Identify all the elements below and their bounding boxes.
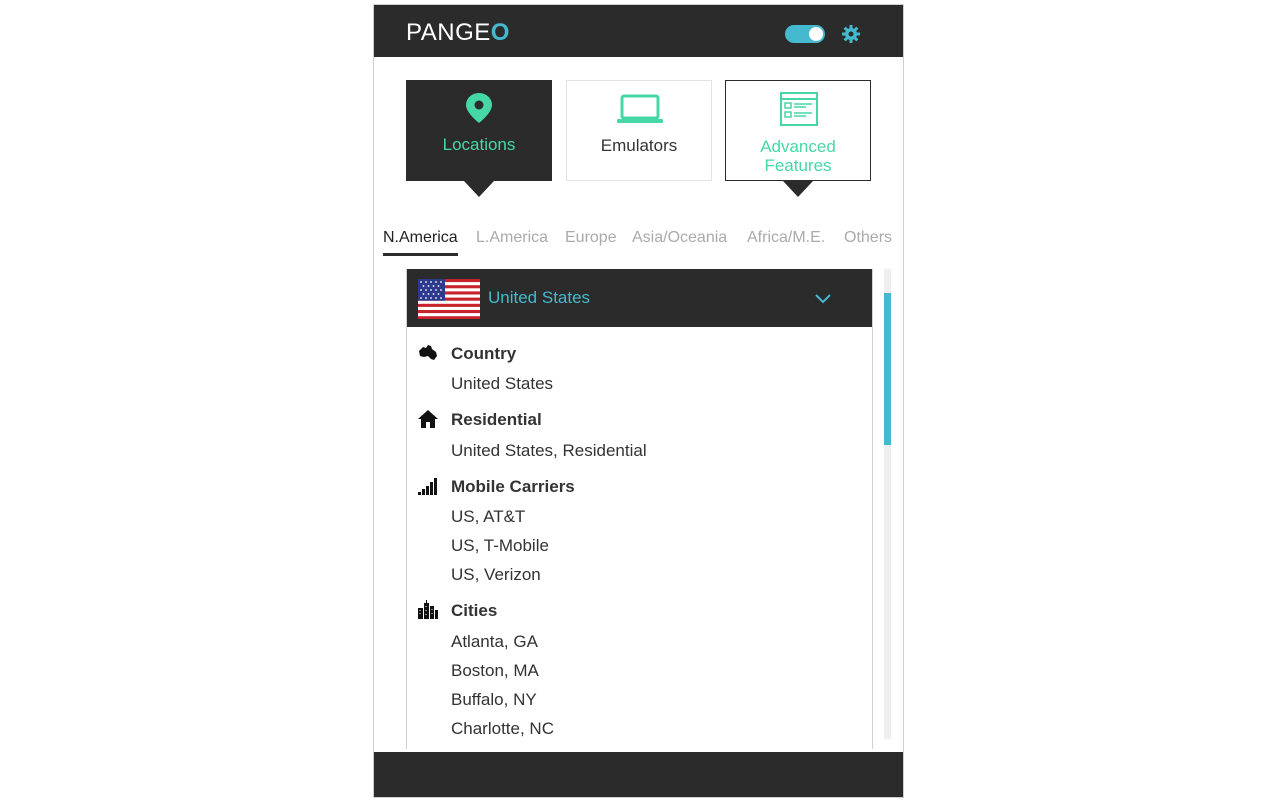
list-item[interactable]: US, Verizon: [451, 565, 541, 585]
city-icon: [418, 600, 438, 619]
country-name: United States: [488, 288, 591, 307]
list-item[interactable]: Boston, MA: [451, 661, 539, 681]
signal-bars-icon: [418, 478, 437, 495]
power-toggle[interactable]: [785, 25, 825, 43]
section-title-mobile-carriers: Mobile Carriers: [451, 477, 575, 496]
list-item[interactable]: United States: [451, 374, 553, 394]
continent-icon: [419, 345, 437, 360]
list-item[interactable]: United States, Residential: [451, 441, 647, 461]
location-list: United States Country United States Resi…: [406, 269, 873, 749]
tab-emulators-label: Emulators: [600, 136, 678, 155]
country-header-united-states[interactable]: United States: [407, 269, 872, 327]
gear-icon[interactable]: [841, 24, 861, 44]
chevron-down-icon[interactable]: [814, 289, 832, 307]
footer-bar: [374, 752, 903, 797]
region-tab-l-america[interactable]: L.America: [476, 229, 548, 253]
pangeo-logo: PANGEO: [406, 19, 510, 46]
extension-popup: PANGEO Locations Emulators Advanced Feat…: [373, 4, 904, 798]
advanced-tab-pointer: [783, 181, 813, 197]
region-tab-europe[interactable]: Europe: [565, 229, 617, 253]
tab-emulators[interactable]: Emulators: [566, 80, 712, 181]
region-tab-others[interactable]: Others: [844, 229, 892, 253]
list-item[interactable]: Buffalo, NY: [451, 690, 537, 710]
scrollbar[interactable]: [884, 269, 891, 739]
scrollbar-thumb[interactable]: [884, 293, 891, 445]
region-tab-africa-me[interactable]: Africa/M.E.: [747, 229, 825, 253]
tab-locations-label: Locations: [442, 135, 516, 154]
region-tab-asia-oceania[interactable]: Asia/Oceania: [632, 229, 727, 253]
home-icon: [418, 410, 438, 428]
list-item[interactable]: US, AT&T: [451, 507, 525, 527]
toggle-knob: [809, 27, 823, 41]
tab-locations[interactable]: Locations: [406, 80, 552, 181]
section-title-cities: Cities: [451, 601, 498, 620]
header-bar: PANGEO: [374, 5, 903, 57]
list-item[interactable]: Atlanta, GA: [451, 632, 538, 652]
browser-window-icon: [780, 92, 818, 126]
list-item[interactable]: Charlotte, NC: [451, 719, 554, 739]
list-item[interactable]: US, T-Mobile: [451, 536, 549, 556]
us-flag-icon: [418, 279, 480, 319]
map-pin-icon: [466, 93, 492, 123]
section-title-country: Country: [451, 344, 517, 363]
active-tab-pointer: [464, 181, 494, 197]
section-title-residential: Residential: [451, 410, 542, 429]
tab-advanced-features-label: Advanced Features: [760, 137, 836, 175]
region-tab-n-america[interactable]: N.America: [383, 229, 458, 256]
tab-advanced-features[interactable]: Advanced Features: [725, 80, 871, 181]
laptop-icon: [617, 94, 663, 123]
